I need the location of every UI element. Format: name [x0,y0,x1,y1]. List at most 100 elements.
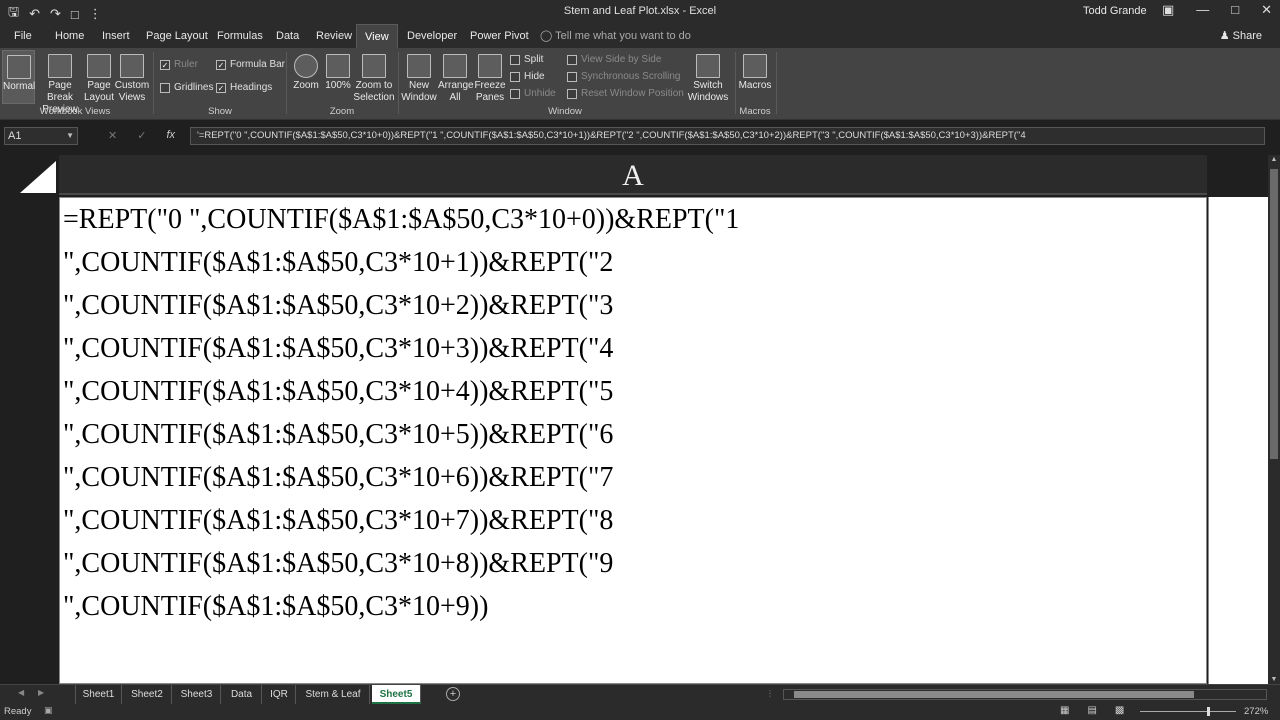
side-by-side-icon [567,54,577,65]
custom-views-icon [120,54,144,78]
formula-bar: A1 ▼ ✕ ✓ fx '=REPT("0 ",COUNTIF($A$1:$A$… [0,121,1280,153]
vertical-scrollbar[interactable]: ▲ ▼ [1268,155,1280,684]
sheet-tab-stem-and-leaf[interactable]: Stem & Leaf [297,685,370,704]
tab-developer[interactable]: Developer [399,24,465,48]
next-column-cells[interactable] [1208,197,1268,684]
tab-review[interactable]: Review [308,24,360,48]
vertical-scroll-thumb[interactable] [1270,169,1278,459]
scroll-tabs-right-icon[interactable]: ▶ [38,688,44,697]
zoom-slider[interactable] [1140,711,1236,712]
page-break-view-icon[interactable]: ▩ [1115,705,1124,716]
group-label-window: Window [548,106,582,117]
custom-views-button[interactable]: Custom Views [114,54,150,104]
page-layout-view-icon[interactable]: ▤ [1087,705,1096,716]
view-side-by-side-button[interactable]: View Side by Side [567,54,661,65]
ribbon-separator [776,52,777,114]
new-window-icon [407,54,431,78]
cancel-icon[interactable]: ✕ [108,129,117,142]
gridlines-checkbox[interactable]: Gridlines [160,82,213,93]
zoom-level[interactable]: 272% [1244,706,1268,717]
zoom-to-selection-button[interactable]: Zoom to Selection [352,54,396,104]
tab-data[interactable]: Data [268,24,307,48]
split-icon [510,54,520,65]
normal-view-button[interactable]: Normal [2,50,35,104]
headings-checkbox[interactable]: ✓ Headings [216,82,272,93]
sheet-tab-sheet2[interactable]: Sheet2 [123,685,172,704]
sheet-tab-data[interactable]: Data [222,685,262,704]
sheet-tab-sheet3[interactable]: Sheet3 [173,685,221,704]
title-bar: 🖫 ↶ ↷ □ ⋮ Stem and Leaf Plot.xlsx - Exce… [0,0,1280,24]
group-label-zoom: Zoom [329,106,355,117]
page-layout-icon [87,54,111,78]
column-header-filler [1208,155,1268,195]
scroll-down-icon[interactable]: ▼ [1268,676,1280,683]
freeze-panes-button[interactable]: Freeze Panes [472,54,508,104]
unhide-button[interactable]: Unhide [510,88,556,99]
sheet-tab-bar: ◀ ▶ Sheet1 Sheet2 Sheet3 Data IQR Stem &… [0,684,1280,704]
horizontal-scrollbar[interactable] [783,689,1267,700]
normal-view-icon [6,55,31,79]
close-icon[interactable]: ✕ [1261,2,1272,18]
ruler-checkbox[interactable]: ✓ Ruler [160,59,198,70]
sync-scroll-icon [567,71,577,82]
page-break-icon [48,54,72,78]
enter-icon[interactable]: ✓ [137,129,146,142]
tab-insert[interactable]: Insert [94,24,138,48]
maximize-icon[interactable]: □ [1231,2,1239,18]
split-button[interactable]: Split [510,54,543,65]
select-all-icon[interactable] [20,161,56,193]
zoom-button[interactable]: Zoom [290,54,322,92]
share-button[interactable]: ♟ Share [1220,24,1262,48]
macros-button[interactable]: Macros [738,54,772,92]
minimize-icon[interactable]: — [1196,2,1209,18]
tab-home[interactable]: Home [47,24,92,48]
hundred-percent-icon [326,54,350,78]
chevron-down-icon[interactable]: ▼ [66,128,74,144]
zoom-slider-thumb[interactable] [1207,707,1210,716]
new-window-button[interactable]: New Window [400,54,438,104]
checkbox-checked-icon: ✓ [216,59,226,70]
status-bar: Ready ▣ ▦ ▤ ▩ 272% [0,704,1280,720]
cell-text-line: ",COUNTIF($A$1:$A$50,C3*10+6))&REPT("7 [63,462,614,493]
formula-bar-checkbox[interactable]: ✓ Formula Bar [216,59,285,70]
new-sheet-icon[interactable]: + [446,687,460,701]
insert-function-icon[interactable]: fx [166,129,175,142]
cell-text: =REPT("0 ",COUNTIF($A$1:$A$50,C3*10+0))&… [63,198,739,628]
zoom-100-button[interactable]: 100% [324,54,352,92]
view-shortcuts: ▦ ▤ ▩ [1060,705,1124,716]
group-label-show: Show [208,106,232,117]
name-box[interactable]: A1 ▼ [4,127,78,145]
cell-a1[interactable]: =REPT("0 ",COUNTIF($A$1:$A$50,C3*10+0))&… [59,197,1207,684]
scroll-tabs-left-icon[interactable]: ◀ [18,688,24,697]
page-layout-view-button[interactable]: Page Layout [84,54,114,104]
cell-text-line: ",COUNTIF($A$1:$A$50,C3*10+8))&REPT("9 [63,548,614,579]
tab-file[interactable]: File [6,24,40,48]
tab-view[interactable]: View [356,24,398,48]
horizontal-scroll-thumb[interactable] [794,691,1194,698]
group-label-macros: Macros [739,106,771,117]
switch-windows-button[interactable]: Switch Windows [685,54,731,104]
sheet-tab-sheet5[interactable]: Sheet5 [372,685,421,704]
ribbon-separator [398,52,399,114]
tab-page-layout[interactable]: Page Layout [138,24,216,48]
formula-input[interactable]: '=REPT("0 ",COUNTIF($A$1:$A$50,C3*10+0))… [190,127,1265,145]
sheet-tab-sheet1[interactable]: Sheet1 [75,685,122,704]
tab-formulas[interactable]: Formulas [209,24,271,48]
synchronous-scrolling-button[interactable]: Synchronous Scrolling [567,71,681,82]
checkbox-checked-icon: ✓ [216,82,226,93]
reset-window-position-button[interactable]: Reset Window Position [567,88,684,99]
arrange-all-button[interactable]: Arrange All [438,54,474,104]
ribbon-tabs: File Home Insert Page Layout Formulas Da… [0,24,1280,48]
ribbon-display-icon[interactable]: ▣ [1162,2,1174,18]
column-header-a[interactable]: A [59,155,1207,195]
normal-view-icon[interactable]: ▦ [1060,705,1069,716]
macro-record-icon[interactable]: ▣ [44,705,53,716]
sheet-tab-iqr[interactable]: IQR [263,685,296,704]
tab-power-pivot[interactable]: Power Pivot [462,24,537,48]
tell-me-search[interactable]: ◯ Tell me what you want to do [532,24,699,48]
user-name[interactable]: Todd Grande [1083,5,1147,17]
scroll-up-icon[interactable]: ▲ [1268,156,1280,163]
hide-button[interactable]: Hide [510,71,545,82]
cell-text-line: ",COUNTIF($A$1:$A$50,C3*10+4))&REPT("5 [63,376,614,407]
tab-split-handle-icon[interactable]: ⋮ [766,689,774,698]
